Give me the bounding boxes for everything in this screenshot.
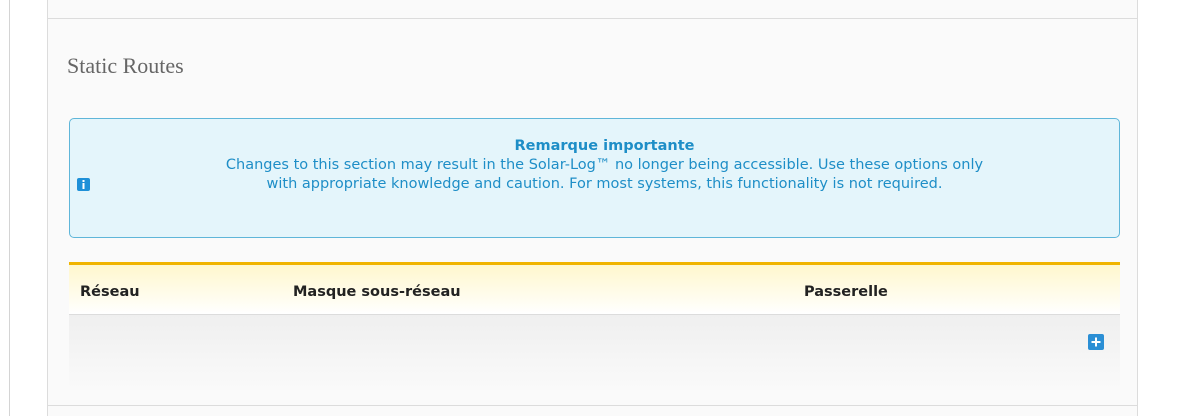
routes-table-body [69, 315, 1120, 390]
add-route-button[interactable] [1088, 334, 1104, 350]
info-icon [77, 178, 90, 191]
notice-line-2: with appropriate knowledge and caution. … [266, 176, 943, 192]
column-header-subnet-mask: Masque sous-réseau [293, 284, 461, 300]
routes-table-header: Réseau Masque sous-réseau Passerelle [69, 262, 1120, 315]
section-title: Static Routes [67, 53, 184, 78]
notice-title: Remarque importante [514, 138, 695, 154]
notice-line-1: Changes to this section may result in th… [225, 157, 984, 173]
column-header-gateway: Passerelle [804, 284, 888, 300]
important-notice: Remarque importante Changes to this sect… [69, 118, 1120, 238]
page-left-divider [9, 0, 10, 416]
static-routes-panel: Static Routes Remarque importante Change… [47, 0, 1138, 416]
panel-top-divider [48, 18, 1137, 19]
plus-icon [1091, 337, 1101, 347]
column-header-network: Réseau [80, 284, 140, 300]
notice-text: Remarque importante Changes to this sect… [110, 137, 1099, 194]
panel-bottom-divider [48, 405, 1137, 406]
